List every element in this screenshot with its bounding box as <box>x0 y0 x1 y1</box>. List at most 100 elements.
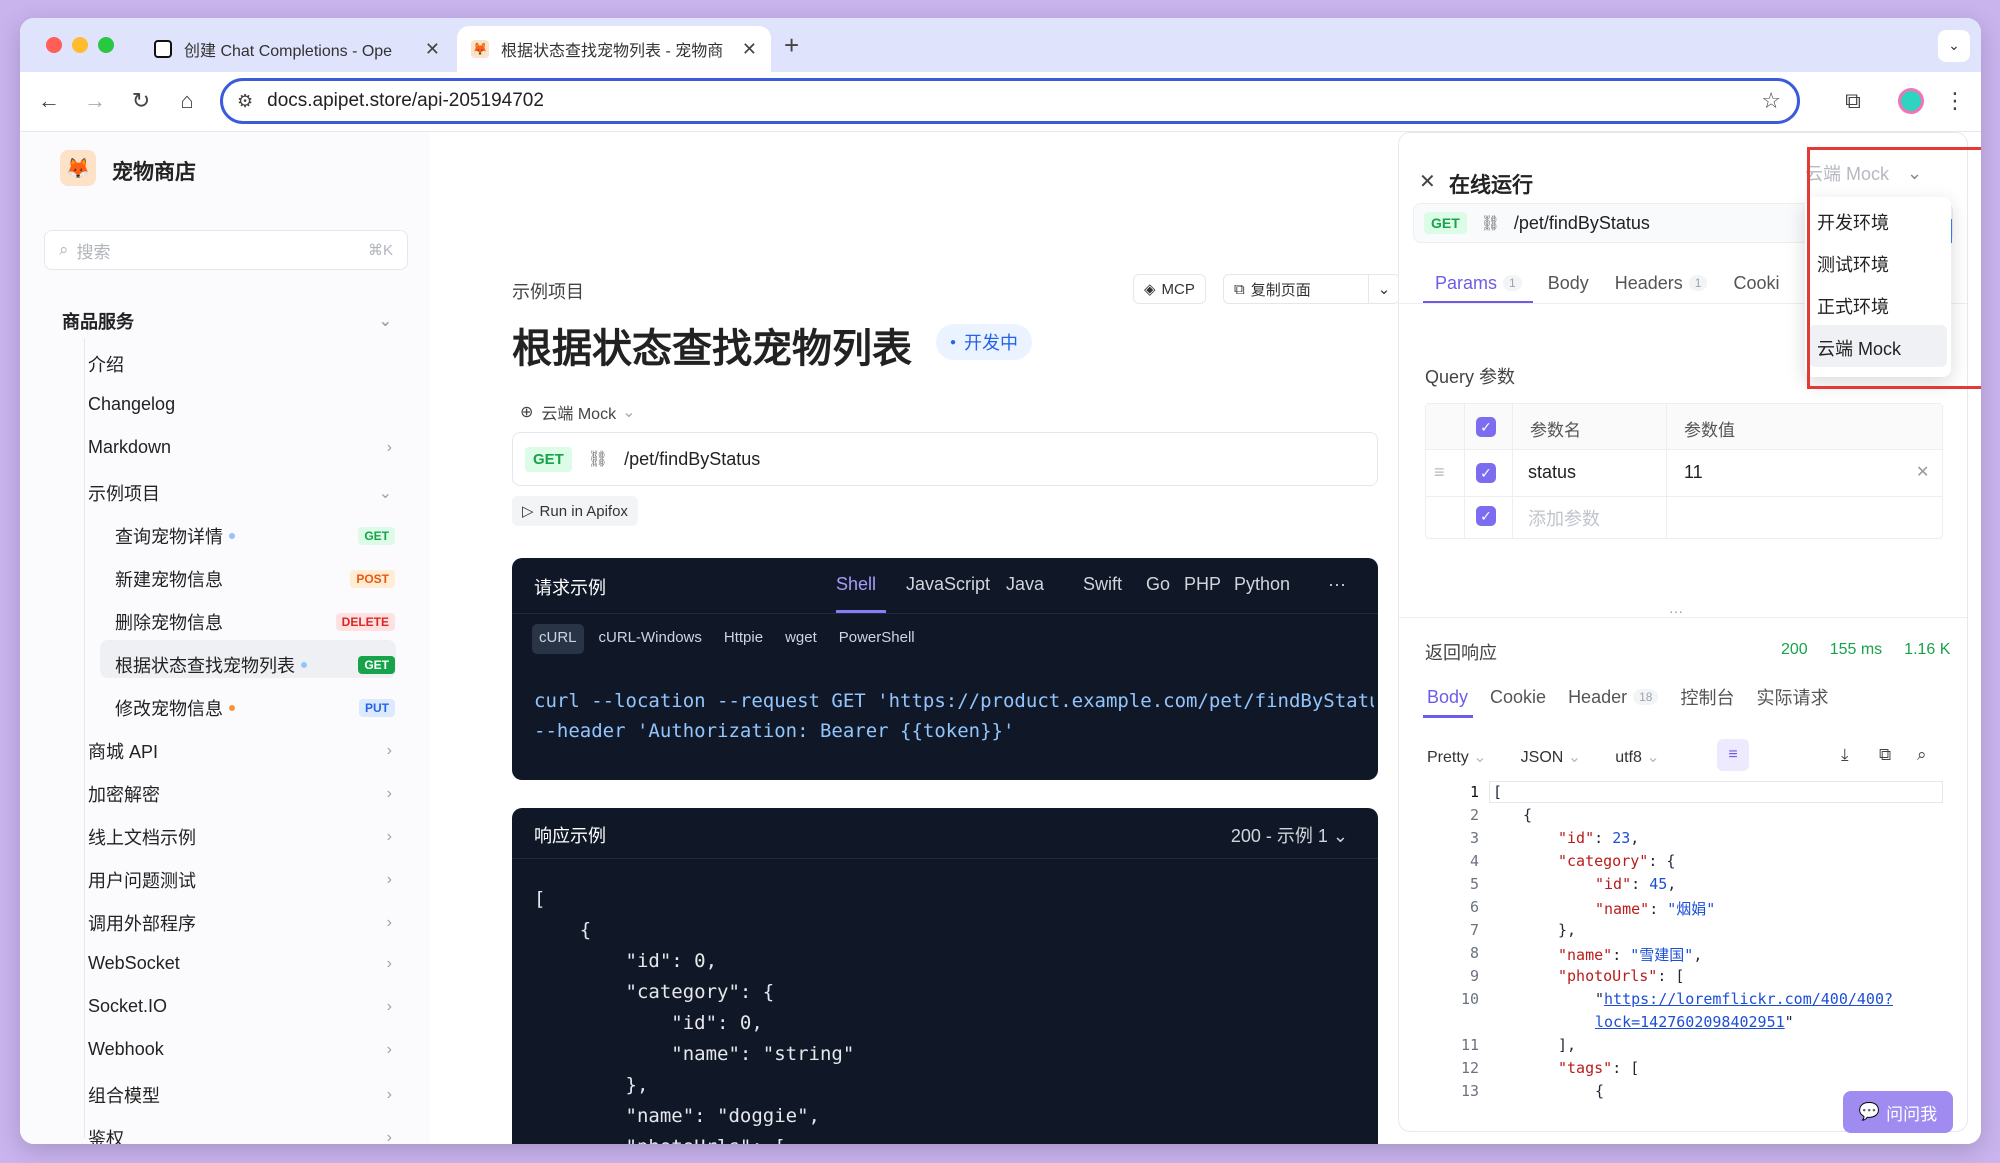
mcp-button[interactable]: ◈ MCP <box>1133 274 1206 304</box>
sidebar-item-changelog[interactable]: Changelog <box>88 394 392 415</box>
resize-handle-icon[interactable]: ··· <box>1669 603 1683 619</box>
sidebar-sub-item[interactable]: 删除宠物信息 DELETE <box>115 609 395 635</box>
copy-page-button[interactable]: ⧉ 复制页面 <box>1223 274 1369 304</box>
back-arrow-icon[interactable]: ← <box>34 86 64 116</box>
chevron-right-icon: › <box>386 1086 392 1103</box>
page: 🦊 宠物商店 ⌕ 搜索 ⌘K 商品服务 ⌄ 介绍 Changelog Markd… <box>20 132 1981 1144</box>
variant-tab[interactable]: cURL-Windows <box>592 624 709 654</box>
runner-tab[interactable]: Body <box>1548 263 1589 303</box>
sidebar-sub-item[interactable]: 新建宠物信息 POST <box>115 566 395 592</box>
sidebar-item[interactable]: 鉴权 › <box>88 1125 392 1144</box>
chevron-down-icon: ⌄ <box>622 404 636 421</box>
runner-tab[interactable]: Headers 1 <box>1615 263 1708 303</box>
maximize-window-button[interactable] <box>98 37 114 53</box>
download-icon[interactable]: ⤓ <box>1841 745 1849 765</box>
runner-tab[interactable]: Params 1 <box>1435 263 1522 303</box>
json-select[interactable]: JSON ⌄ <box>1521 747 1582 767</box>
sidebar-item[interactable]: 线上文档示例 › <box>88 824 392 850</box>
select-all-checkbox[interactable]: ✓ <box>1476 417 1496 437</box>
lang-tab[interactable]: Java <box>1006 574 1044 595</box>
sidebar-group-products[interactable]: 商品服务 ⌄ <box>62 308 392 334</box>
address-bar[interactable]: ⚙ docs.apipet.store/api-205194702 ☆ <box>220 78 1800 124</box>
profile-avatar[interactable] <box>1898 88 1924 114</box>
sidebar-item[interactable]: Webhook › <box>88 1039 392 1060</box>
reload-icon[interactable]: ↻ <box>126 86 156 116</box>
response-code-viewer[interactable]: 1 2 3 4 5 6 7 8 9 10 11 12 13 [ { "id": 23, "categor… <box>1423 781 1943 1117</box>
lang-tab[interactable]: Python <box>1234 574 1290 595</box>
forward-arrow-icon[interactable]: → <box>80 86 110 116</box>
response-tab[interactable]: 控制台 <box>1680 679 1734 715</box>
pretty-select[interactable]: Pretty ⌄ <box>1427 747 1487 767</box>
lang-tab[interactable]: ··· <box>1328 574 1346 595</box>
response-tab[interactable]: Body <box>1427 679 1468 715</box>
copy-page-menu-chevron-icon[interactable]: ⌄ <box>1368 274 1400 304</box>
sidebar-item[interactable]: Socket.IO › <box>88 996 392 1017</box>
runner-path: /pet/findByStatus <box>1513 212 1650 233</box>
extensions-puzzle-icon[interactable]: ⧉ <box>1838 86 1868 116</box>
param-checkbox[interactable]: ✓ <box>1476 463 1496 483</box>
sidebar-item[interactable]: 调用外部程序 › <box>88 910 392 936</box>
site-settings-icon[interactable]: ⚙ <box>237 91 253 112</box>
sidebar-item[interactable]: 组合模型 › <box>88 1082 392 1108</box>
browser-tab-openai[interactable]: 创建 Chat Completions - Ope ✕ <box>140 26 454 72</box>
close-tab-icon[interactable]: ✕ <box>742 39 757 60</box>
copy-icon[interactable]: ⧉ <box>1879 745 1891 765</box>
new-tab-button[interactable]: + <box>784 30 799 61</box>
delete-param-icon[interactable]: ✕ <box>1916 462 1929 482</box>
variant-tab[interactable]: PowerShell <box>832 624 922 654</box>
sidebar-item[interactable]: 商城 API › <box>88 738 392 764</box>
sidebar-sub-item[interactable]: 查询宠物详情 GET <box>115 523 395 549</box>
sidebar-item[interactable]: 加密解密 › <box>88 781 392 807</box>
lang-tab[interactable]: PHP <box>1184 574 1221 595</box>
lang-tab[interactable]: Go <box>1146 574 1170 595</box>
code-line: "name": "doggie", <box>534 1105 820 1127</box>
lang-tab[interactable]: Swift <box>1083 574 1122 595</box>
browser-menu-icon[interactable]: ⋮ <box>1940 86 1970 116</box>
param-name-input[interactable]: status <box>1528 462 1576 483</box>
response-tab[interactable]: Cookie <box>1490 679 1546 715</box>
env-selector[interactable]: ⊕ 云端 Mock ⌄ <box>520 400 636 424</box>
browser-tab-active[interactable]: 🦊 根据状态查找宠物列表 - 宠物商 ✕ <box>457 26 771 72</box>
sidebar-item-markdown[interactable]: Markdown › <box>88 437 392 458</box>
run-in-apifox-button[interactable]: ▷ Run in Apifox <box>512 496 638 526</box>
sidebar-item[interactable]: WebSocket › <box>88 953 392 974</box>
new-param-checkbox[interactable]: ✓ <box>1476 506 1496 526</box>
tab-search-chevron-icon[interactable]: ⌄ <box>1938 30 1970 62</box>
sidebar-item[interactable]: 用户问题测试 › <box>88 867 392 893</box>
close-window-button[interactable] <box>46 37 62 53</box>
variant-tab[interactable]: Httpie <box>717 624 770 654</box>
wrap-lines-icon[interactable]: ≡ <box>1717 739 1749 771</box>
search-input[interactable]: ⌕ 搜索 ⌘K <box>44 230 408 270</box>
breadcrumb[interactable]: 示例项目 <box>512 278 584 304</box>
lang-tab[interactable]: Shell <box>836 574 876 595</box>
close-tab-icon[interactable]: ✕ <box>425 39 440 60</box>
response-tab[interactable]: Header 18 <box>1568 679 1659 715</box>
sidebar-sub-item[interactable]: 修改宠物信息 PUT <box>115 695 395 721</box>
response-example-card: 响应示例 200 - 示例 1 ⌄ [ { "id": 0, "category… <box>512 808 1378 1144</box>
mcp-label: MCP <box>1161 280 1195 298</box>
add-param-input[interactable]: 添加参数 <box>1528 505 1600 531</box>
param-value-input[interactable]: 11 <box>1684 462 1703 483</box>
ask-me-button[interactable]: 💬 问问我 <box>1843 1091 1953 1133</box>
sidebar-item-examples[interactable]: 示例项目 ⌄ <box>88 480 392 506</box>
close-icon[interactable]: ✕ <box>1419 169 1436 194</box>
variant-tab[interactable]: cURL <box>532 624 584 654</box>
sidebar-sub-item-active[interactable]: 根据状态查找宠物列表 GET <box>115 652 395 678</box>
bookmark-star-icon[interactable]: ☆ <box>1761 88 1781 114</box>
home-icon[interactable]: ⌂ <box>172 86 202 116</box>
minimize-window-button[interactable] <box>72 37 88 53</box>
code-line: { <box>1595 1082 1605 1100</box>
variant-tab[interactable]: wget <box>778 624 824 654</box>
encoding-select[interactable]: utf8 ⌄ <box>1615 747 1660 767</box>
response-example-selector[interactable]: 200 - 示例 1 ⌄ <box>1231 822 1348 848</box>
drag-handle-icon[interactable]: ≡ <box>1434 462 1445 483</box>
response-tab[interactable]: 实际请求 <box>1756 679 1828 715</box>
splitter[interactable] <box>1399 617 1967 618</box>
sidebar-item-intro[interactable]: 介绍 <box>88 351 392 377</box>
search-icon[interactable]: ⌕ <box>1917 745 1927 765</box>
lang-tab[interactable]: JavaScript <box>906 574 990 595</box>
chevron-right-icon: › <box>386 1040 392 1058</box>
link-icon[interactable]: ⛓ <box>1481 214 1500 232</box>
runner-tab[interactable]: Cooki <box>1733 263 1779 303</box>
link-icon[interactable]: ⛓ <box>588 449 608 469</box>
